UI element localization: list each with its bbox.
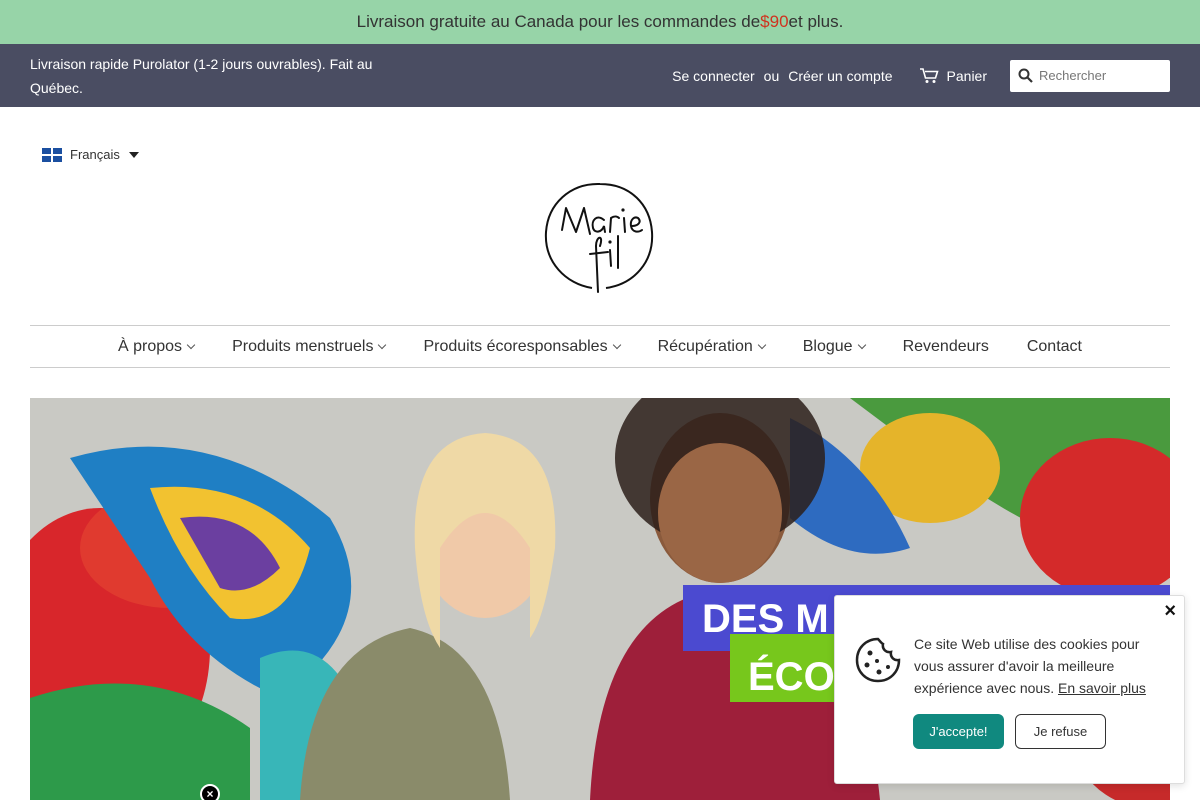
top-bar: Livraison rapide Purolator (1-2 jours ou…: [0, 44, 1200, 107]
nav-item-label: Récupération: [657, 337, 753, 355]
cookie-consent-popup: × Ce site Web utilise des cookies pour v…: [834, 595, 1185, 784]
nav-item-label: Produits menstruels: [232, 337, 374, 355]
search-box[interactable]: [1010, 59, 1170, 92]
language-label: Français: [70, 147, 120, 162]
nav-item-recuperation[interactable]: Récupération: [657, 337, 766, 356]
nav-item-produits-menstruels[interactable]: Produits menstruels: [232, 337, 387, 356]
nav-item-revendeurs[interactable]: Revendeurs: [903, 338, 989, 356]
nav-item-label: Produits écoresponsables: [423, 337, 608, 355]
main-nav: À propos Produits menstruels Produits éc…: [30, 325, 1170, 368]
refuse-cookies-button[interactable]: Je refuse: [1015, 714, 1106, 749]
close-icon[interactable]: ×: [1164, 600, 1176, 623]
chevron-down-icon: [757, 340, 766, 350]
cookie-message: Ce site Web utilise des cookies pour vou…: [914, 633, 1164, 699]
nav-item-produits-ecoresponsables[interactable]: Produits écoresponsables: [423, 337, 621, 356]
register-link[interactable]: Créer un compte: [788, 68, 892, 84]
or-separator: ou: [763, 67, 780, 84]
shipping-info: Livraison rapide Purolator (1-2 jours ou…: [30, 55, 373, 96]
nav-item-label: Contact: [1026, 337, 1082, 355]
caret-down-icon: [128, 151, 139, 158]
hero-banner-line2: ÉCO: [748, 654, 835, 699]
chevron-down-icon: [378, 340, 387, 350]
announcement-price: $90: [760, 12, 789, 31]
cart-icon: [919, 67, 939, 83]
cookie-icon: [855, 637, 901, 683]
chevron-down-icon: [186, 340, 196, 350]
hero-banner-line1: DES M: [702, 597, 829, 641]
cart-link[interactable]: Panier: [919, 67, 987, 84]
search-input[interactable]: [1039, 68, 1159, 83]
popup-close-button[interactable]: ×: [200, 784, 220, 800]
nav-item-label: Blogue: [802, 337, 853, 355]
announcement-text-prefix: Livraison gratuite au Canada pour les co…: [356, 12, 761, 31]
cart-label: Panier: [946, 67, 987, 84]
chevron-down-icon: [612, 340, 621, 350]
nav-item-label: Revendeurs: [902, 337, 989, 355]
nav-item-blogue[interactable]: Blogue: [802, 337, 866, 356]
site-logo[interactable]: [542, 180, 658, 296]
learn-more-link[interactable]: En savoir plus: [1058, 680, 1146, 696]
nav-item-label: À propos: [118, 337, 183, 355]
nav-item-a-propos[interactable]: À propos: [118, 337, 196, 356]
nav-item-contact[interactable]: Contact: [1027, 338, 1082, 356]
account-links: Se connecter ou Créer un compte Panier: [672, 59, 1170, 92]
announcement-text-suffix: et plus.: [788, 12, 844, 31]
login-link[interactable]: Se connecter: [672, 68, 755, 84]
language-selector[interactable]: Français: [42, 147, 139, 162]
search-icon[interactable]: [1018, 68, 1033, 83]
accept-cookies-button[interactable]: J'accepte!: [913, 714, 1004, 749]
chevron-down-icon: [857, 340, 866, 350]
quebec-flag-icon: [42, 147, 62, 162]
announcement-bar: Livraison gratuite au Canada pour les co…: [0, 0, 1200, 44]
